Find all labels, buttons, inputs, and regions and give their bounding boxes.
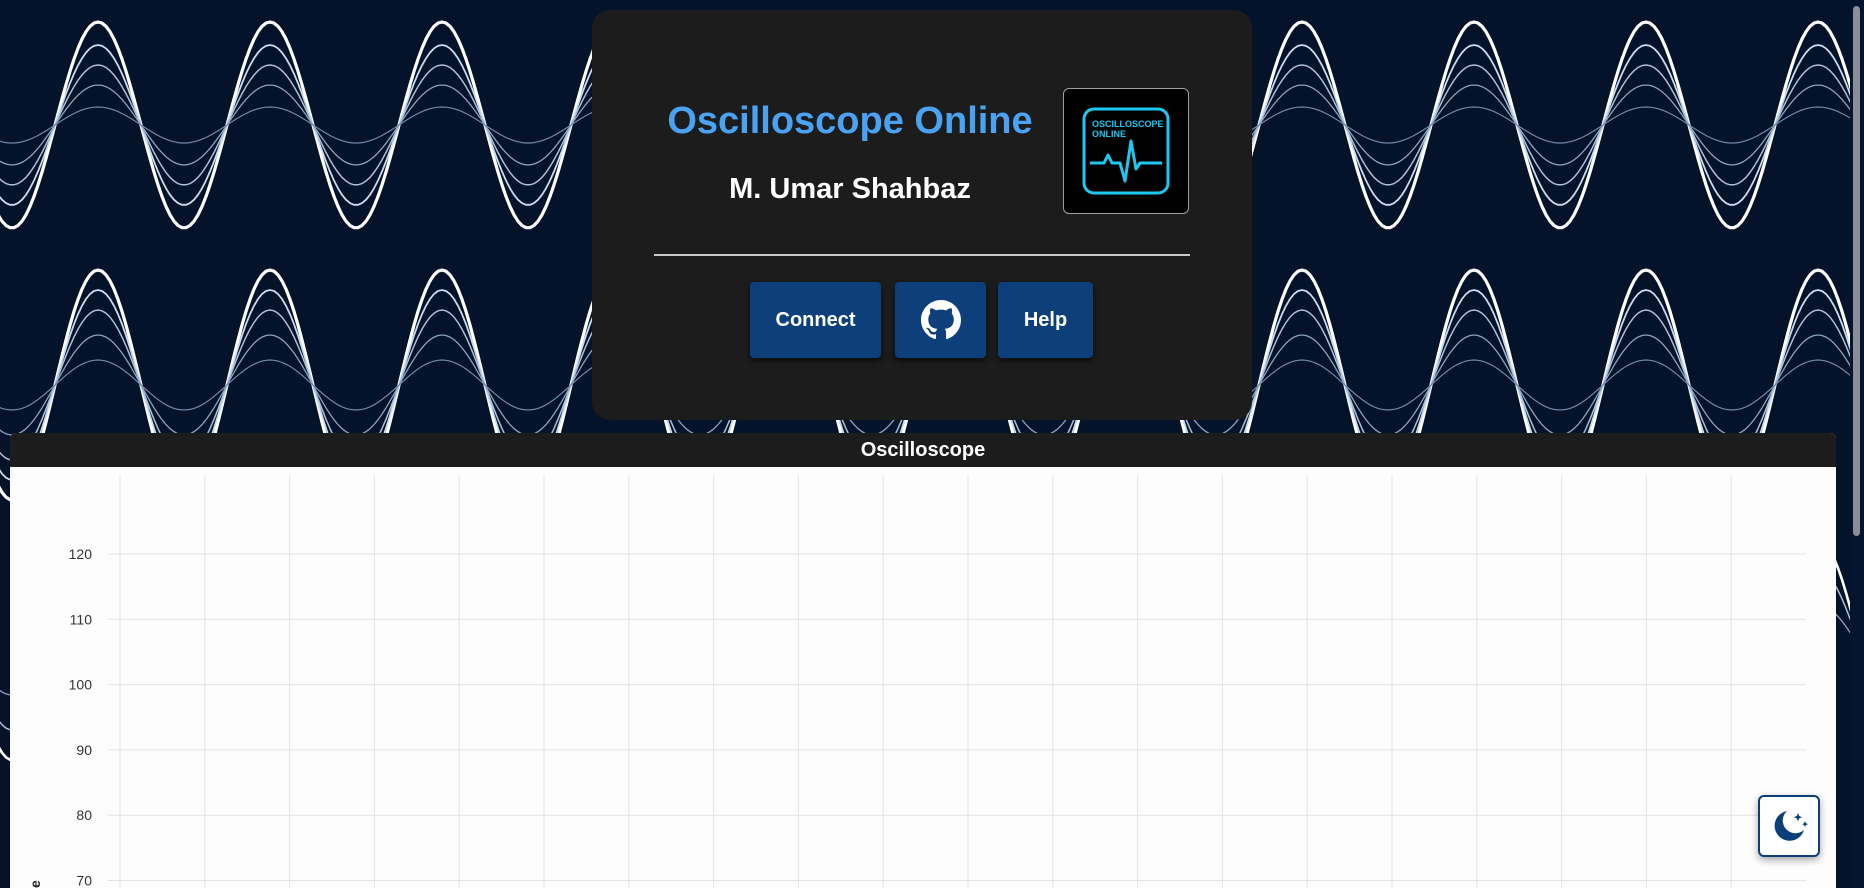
oscilloscope-title: Oscilloscope	[10, 433, 1836, 467]
y-tick-label: 80	[76, 807, 92, 823]
oscilloscope-logo-icon: OSCILLOSCOPE ONLINE	[1063, 88, 1189, 214]
oscilloscope-panel: Oscilloscope 120 110 100 90 80 70 e	[10, 433, 1836, 888]
app-title: Oscilloscope Online	[667, 100, 1033, 142]
oscilloscope-chart[interactable]: 120 110 100 90 80 70 e	[10, 467, 1836, 888]
scrollbar-thumb[interactable]	[1853, 6, 1860, 536]
logo-text-line1: OSCILLOSCOPE	[1092, 119, 1164, 129]
moon-stars-icon	[1774, 811, 1809, 841]
header-divider	[654, 254, 1190, 256]
page-scrollbar[interactable]	[1850, 0, 1864, 888]
github-icon	[920, 300, 961, 340]
connect-button[interactable]: Connect	[750, 282, 881, 358]
author-name: M. Umar Shahbaz	[729, 173, 971, 205]
header-card: Oscilloscope Online M. Umar Shahbaz OSCI…	[592, 10, 1252, 420]
help-button-label: Help	[1023, 308, 1068, 331]
connect-button-label: Connect	[775, 308, 856, 331]
theme-toggle-button[interactable]	[1758, 795, 1820, 857]
y-tick-label: 100	[69, 677, 93, 693]
y-tick-label: 110	[70, 611, 93, 627]
github-button[interactable]	[895, 282, 986, 358]
y-tick-label: 90	[76, 742, 92, 758]
y-axis-label: e	[27, 880, 43, 888]
y-tick-label: 120	[69, 546, 93, 562]
help-button[interactable]: Help	[998, 282, 1093, 358]
y-tick-label: 70	[76, 873, 92, 888]
logo-text-line2: ONLINE	[1092, 129, 1126, 139]
